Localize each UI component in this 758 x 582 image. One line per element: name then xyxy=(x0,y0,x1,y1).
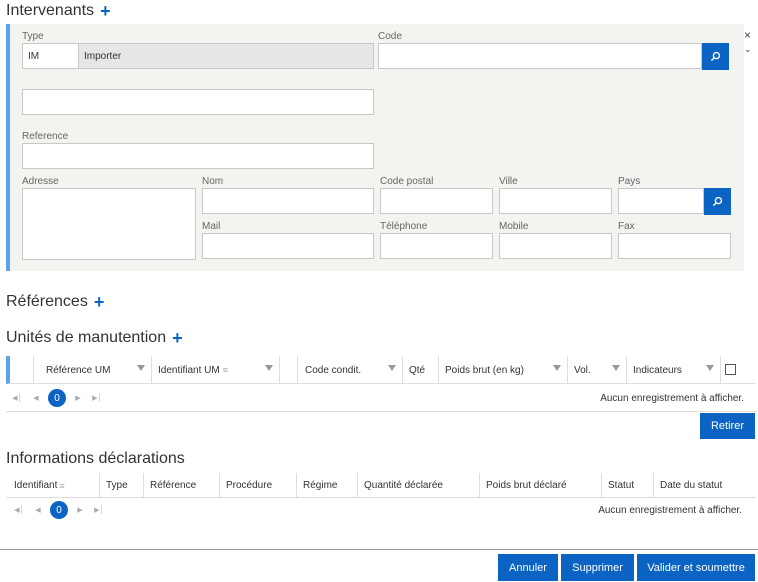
next-page-button[interactable]: ▶ xyxy=(73,503,87,517)
mobile-label: Mobile xyxy=(499,221,529,232)
declarations-header: Informations déclarations xyxy=(6,450,185,468)
col-reference-um[interactable]: Référence UM xyxy=(40,356,152,384)
unites-select-col xyxy=(10,356,34,384)
sort-icon[interactable]: ≡ xyxy=(223,365,228,375)
type-code: IM xyxy=(23,44,79,68)
col-poids-brut[interactable]: Poids brut (en kg) xyxy=(439,356,568,384)
col-vol[interactable]: Vol. xyxy=(568,356,627,384)
prev-page-button[interactable]: ◀ xyxy=(31,503,45,517)
sort-icon[interactable]: ≡ xyxy=(59,481,64,491)
mail-input[interactable] xyxy=(202,233,374,259)
references-header: Références + xyxy=(6,293,104,311)
code-search-button[interactable] xyxy=(702,43,729,70)
last-page-button[interactable]: ▶│ xyxy=(90,391,104,405)
intervenants-header: Intervenants + xyxy=(6,2,111,20)
adresse-textarea[interactable] xyxy=(22,188,196,260)
code-postal-input[interactable] xyxy=(380,188,493,214)
unites-pager: ◀│ ◀ 0 ▶ ▶│ xyxy=(10,389,104,407)
valider-soumettre-button[interactable]: Valider et soumettre xyxy=(637,554,755,581)
declarations-pager: ◀│ ◀ 0 ▶ ▶│ xyxy=(12,501,106,519)
col-identifiant[interactable]: Identifiant ≡ xyxy=(6,473,100,498)
ville-input[interactable] xyxy=(499,188,612,214)
add-unite-button[interactable]: + xyxy=(172,329,183,347)
col-qte[interactable]: Qté xyxy=(403,356,439,384)
references-title: Références xyxy=(6,293,88,310)
filter-icon[interactable] xyxy=(265,365,273,371)
col-reference[interactable]: Référence xyxy=(144,473,220,498)
footer-divider xyxy=(0,549,758,550)
declarations-title: Informations déclarations xyxy=(6,450,185,467)
mail-label: Mail xyxy=(202,221,221,232)
fax-input[interactable] xyxy=(618,233,731,259)
search-icon xyxy=(712,196,723,207)
current-page[interactable]: 0 xyxy=(48,389,66,407)
unites-header: Unités de manutention + xyxy=(6,329,183,347)
nom-input[interactable] xyxy=(202,188,374,214)
prev-page-button[interactable]: ◀ xyxy=(29,391,43,405)
pays-label: Pays xyxy=(618,176,641,187)
ville-label: Ville xyxy=(499,176,518,187)
col-identifiant-um[interactable]: Identifiant UM ≡ xyxy=(152,356,280,384)
filter-icon[interactable] xyxy=(137,365,145,371)
type-value: Importer xyxy=(84,50,122,62)
add-intervenant-button[interactable]: + xyxy=(100,2,111,20)
next-page-button[interactable]: ▶ xyxy=(71,391,85,405)
chevron-down-icon[interactable]: ⌄ xyxy=(744,44,752,55)
col-statut[interactable]: Statut xyxy=(602,473,654,498)
supprimer-button[interactable]: Supprimer xyxy=(561,554,634,581)
code-input[interactable] xyxy=(378,43,702,69)
col-code-condit[interactable]: Code condit. xyxy=(299,356,403,384)
filter-icon[interactable] xyxy=(553,365,561,371)
col-date-statut[interactable]: Date du statut xyxy=(654,473,754,498)
name-line-input[interactable] xyxy=(22,89,374,115)
nom-label: Nom xyxy=(202,176,224,187)
add-reference-button[interactable]: + xyxy=(94,293,105,311)
type-select[interactable]: IM Importer xyxy=(22,43,374,69)
telephone-label: Téléphone xyxy=(380,221,428,232)
unites-spacer-col xyxy=(280,356,298,384)
declarations-grid-header: Identifiant ≡ Type Référence Procédure Ré… xyxy=(6,473,756,498)
col-quantite-declaree[interactable]: Quantité déclarée xyxy=(358,473,480,498)
col-indicateurs[interactable]: Indicateurs xyxy=(627,356,721,384)
intervenants-title: Intervenants xyxy=(6,2,95,19)
reference-input[interactable] xyxy=(22,143,374,169)
first-page-button[interactable]: ◀│ xyxy=(12,503,26,517)
annuler-button[interactable]: Annuler xyxy=(498,554,558,581)
divider xyxy=(6,411,756,412)
close-icon[interactable]: × xyxy=(744,28,751,42)
current-page[interactable]: 0 xyxy=(50,501,68,519)
reference-label: Reference xyxy=(22,131,69,142)
col-type[interactable]: Type xyxy=(100,473,144,498)
first-page-button[interactable]: ◀│ xyxy=(10,391,24,405)
retirer-button[interactable]: Retirer xyxy=(700,413,755,439)
col-procedure[interactable]: Procédure xyxy=(220,473,297,498)
code-label: Code xyxy=(378,31,402,42)
last-page-button[interactable]: ▶│ xyxy=(92,503,106,517)
fax-label: Fax xyxy=(618,221,635,232)
pays-search-button[interactable] xyxy=(704,188,731,215)
pays-input[interactable] xyxy=(618,188,704,214)
select-all-checkbox[interactable] xyxy=(725,364,736,375)
unites-title: Unités de manutention xyxy=(6,329,167,346)
filter-icon[interactable] xyxy=(388,365,396,371)
unites-empty-message: Aucun enregistrement à afficher. xyxy=(600,393,744,404)
telephone-input[interactable] xyxy=(380,233,493,259)
col-poids-brut-declare[interactable]: Poids brut déclaré xyxy=(480,473,602,498)
adresse-label: Adresse xyxy=(22,176,59,187)
search-icon xyxy=(710,51,721,62)
code-postal-label: Code postal xyxy=(380,176,434,187)
col-regime[interactable]: Régime xyxy=(297,473,358,498)
unites-grid-header: Référence UM Identifiant UM ≡ Code condit… xyxy=(6,356,756,384)
filter-icon[interactable] xyxy=(612,365,620,371)
declarations-empty-message: Aucun enregistrement à afficher. xyxy=(598,505,742,516)
mobile-input[interactable] xyxy=(499,233,612,259)
type-label: Type xyxy=(22,31,44,42)
filter-icon[interactable] xyxy=(706,365,714,371)
